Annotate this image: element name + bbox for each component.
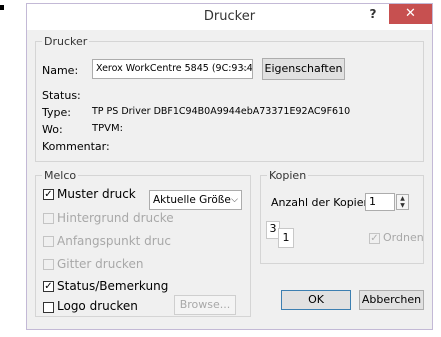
comment-label: Kommentar: [42, 140, 110, 153]
pattern-print-label: Muster druck [57, 187, 136, 201]
copies-group: Kopien Anzahl der Kopien 1 ▲ ▼ 3 1 ✓ Ordn… [260, 169, 424, 264]
background-print-checkbox[interactable] [43, 213, 54, 224]
corner-mark [0, 5, 4, 10]
grid-print-label: Gitter drucken [57, 257, 144, 271]
title-bar: Drucker ? ✕ [27, 4, 432, 30]
where-label: Wo: [42, 123, 63, 136]
collate-page-front: 1 [278, 228, 294, 248]
logo-print-checkbox[interactable] [43, 302, 54, 313]
size-select-value: Aktuelle Größe [153, 194, 231, 206]
grid-print-checkbox[interactable] [43, 259, 54, 270]
printer-dialog: Drucker ? ✕ Drucker Name: Xerox WorkCent… [26, 3, 433, 330]
collate-checkbox[interactable]: ✓ [369, 233, 380, 244]
cancel-button[interactable]: Abberchen [359, 290, 424, 310]
copies-count-label: Anzahl der Kopien [271, 196, 371, 209]
printer-group-title: Drucker [42, 35, 90, 48]
close-button[interactable]: ✕ [389, 4, 432, 24]
type-label: Type: [42, 106, 71, 119]
copies-group-title: Kopien [267, 169, 309, 182]
chevron-down-icon: ⌵ [242, 64, 249, 74]
where-value: TPVM: [92, 123, 123, 134]
copies-count-input[interactable]: 1 [365, 193, 395, 211]
printer-name-select[interactable]: Xerox WorkCentre 5845 (9C:93:4E:1B:9A:4 … [92, 59, 253, 79]
start-point-checkbox[interactable] [43, 236, 54, 247]
printer-group: Drucker Name: Xerox WorkCentre 5845 (9C:… [35, 35, 424, 162]
properties-button[interactable]: Eigenschaften [262, 58, 345, 80]
copies-spinner[interactable]: ▲ ▼ [396, 194, 409, 210]
size-select[interactable]: Aktuelle Größe ⌵ [149, 190, 242, 210]
browse-button[interactable]: Browse... [174, 295, 236, 315]
collate-icon: 3 1 [266, 221, 296, 251]
status-label: Status: [42, 89, 81, 102]
collate-label: Ordnen [383, 231, 424, 244]
pattern-print-checkbox[interactable]: ✓ [43, 189, 54, 200]
ok-button[interactable]: OK [281, 290, 351, 310]
name-label: Name: [42, 64, 79, 77]
background-print-label: Hintergrund drucke [57, 211, 174, 225]
logo-print-label: Logo drucken [57, 299, 138, 313]
type-value: TP PS Driver DBF1C94B0A9944ebA73371E92AC… [92, 106, 351, 117]
printer-name-value: Xerox WorkCentre 5845 (9C:93:4E:1B:9A:4 [96, 63, 253, 74]
status-remark-checkbox[interactable]: ✓ [43, 281, 54, 292]
melco-group: Melco ✓ Muster druck Aktuelle Größe ⌵ Hi… [35, 169, 251, 317]
melco-group-title: Melco [42, 169, 79, 182]
help-button[interactable]: ? [363, 7, 383, 25]
start-point-label: Anfangspunkt druc [57, 234, 171, 248]
status-remark-label: Status/Bemerkung [57, 279, 169, 293]
chevron-down-icon: ⌵ [231, 195, 238, 205]
